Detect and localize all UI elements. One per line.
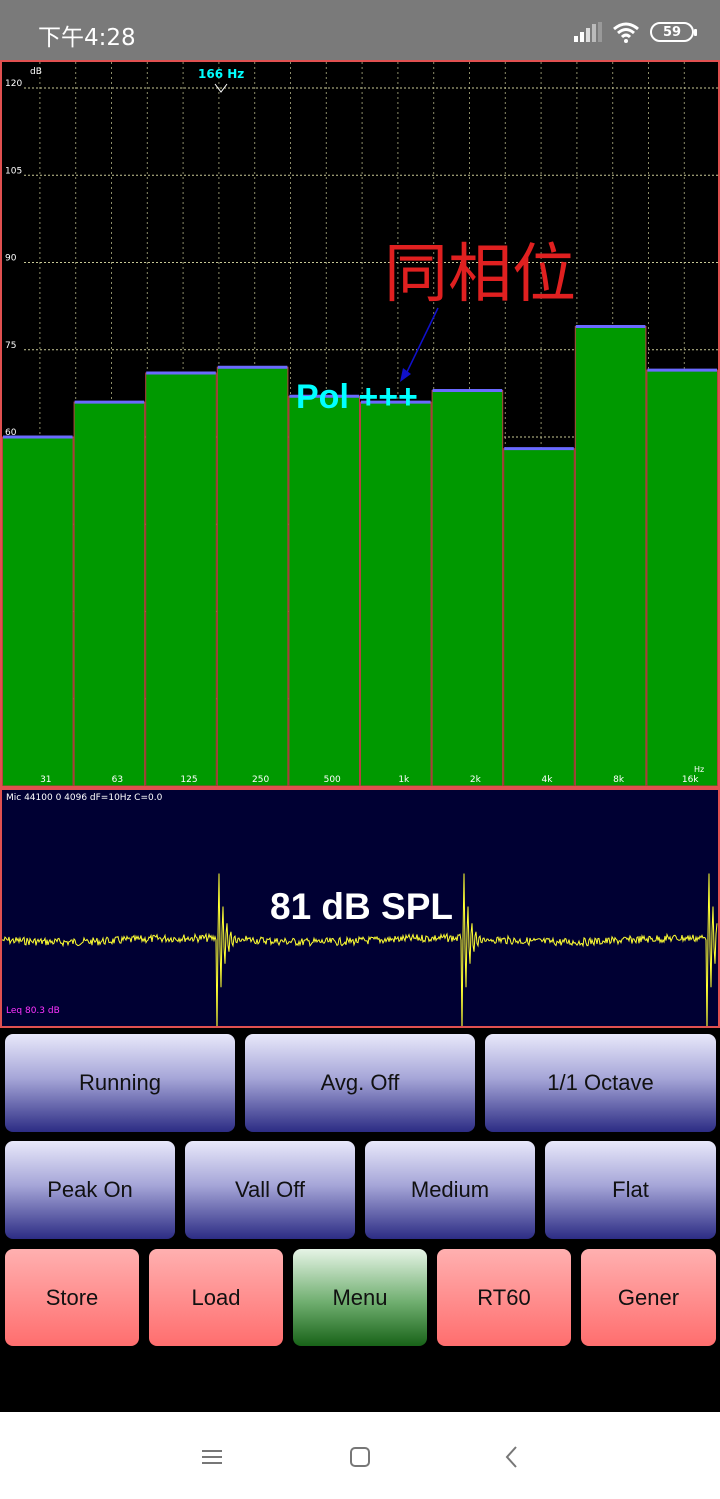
spectrum-bar bbox=[2, 436, 74, 786]
x-tick-label: 4k bbox=[542, 775, 554, 785]
battery-icon: 59 bbox=[650, 22, 697, 42]
rt60-button[interactable]: RT60 bbox=[437, 1249, 571, 1346]
spectrum-bar bbox=[574, 325, 647, 786]
x-tick-label: 8k bbox=[613, 775, 625, 785]
menu-button[interactable]: Menu bbox=[293, 1249, 427, 1346]
spectrum-bar bbox=[216, 366, 289, 786]
medium-button[interactable]: Medium bbox=[365, 1141, 535, 1239]
spectrum-plot[interactable]: 1201059075604530150dB31631252505001k2k4k… bbox=[2, 62, 718, 786]
spectrum-bar bbox=[646, 369, 718, 786]
annotation-arrow-icon bbox=[405, 307, 439, 375]
status-icons: 59 bbox=[574, 18, 697, 46]
status-bar: 下午4:28 59 bbox=[0, 0, 720, 60]
frequency-marker: 166 Hz bbox=[198, 67, 244, 81]
spectrum-bar bbox=[503, 448, 575, 786]
status-time: 下午4:28 bbox=[38, 25, 136, 51]
spectrum-bar bbox=[145, 372, 217, 786]
spectrum-bar bbox=[431, 389, 504, 786]
gener-button[interactable]: Gener bbox=[581, 1249, 716, 1346]
annotation-label: 同相位 bbox=[384, 238, 576, 312]
octave-button[interactable]: 1/1 Octave bbox=[485, 1034, 716, 1132]
vall-off-button[interactable]: Vall Off bbox=[185, 1141, 355, 1239]
x-tick-label: 31 bbox=[40, 775, 51, 785]
hz-unit-label: Hz bbox=[694, 765, 704, 774]
navigation-bar bbox=[0, 1412, 720, 1499]
spectrum-bar bbox=[360, 401, 432, 786]
x-tick-label: 63 bbox=[112, 775, 123, 785]
back-icon[interactable] bbox=[497, 1442, 527, 1472]
y-tick-label: 120 bbox=[5, 79, 22, 89]
wifi-icon bbox=[613, 22, 639, 43]
menu-icon[interactable] bbox=[197, 1442, 227, 1472]
x-tick-label: 250 bbox=[252, 775, 269, 785]
store-button[interactable]: Store bbox=[5, 1249, 139, 1346]
y-tick-label: 75 bbox=[5, 341, 16, 351]
load-button[interactable]: Load bbox=[149, 1249, 283, 1346]
spectrum-bar bbox=[73, 401, 146, 786]
signal-icon bbox=[574, 22, 602, 42]
leq-readout: Leq 80.3 dB bbox=[6, 1006, 60, 1016]
avg-off-button[interactable]: Avg. Off bbox=[245, 1034, 475, 1132]
flat-button[interactable]: Flat bbox=[545, 1141, 716, 1239]
y-tick-label: 105 bbox=[5, 166, 22, 176]
spl-readout: 81 dB SPL bbox=[270, 886, 453, 927]
oscilloscope[interactable]: Mic 44100 0 4096 dF=10Hz C=0.0 81 dB SPL… bbox=[0, 788, 720, 1028]
db-unit-label: dB bbox=[30, 67, 42, 77]
home-icon[interactable] bbox=[345, 1442, 375, 1472]
spectrum-chart[interactable]: 1201059075604530150dB31631252505001k2k4k… bbox=[0, 60, 720, 788]
y-tick-label: 90 bbox=[5, 254, 17, 264]
polarity-label: Pol +++ bbox=[296, 378, 418, 416]
spectrum-bar bbox=[288, 395, 360, 786]
x-tick-label: 1k bbox=[398, 775, 410, 785]
scope-info: Mic 44100 0 4096 dF=10Hz C=0.0 bbox=[6, 793, 163, 803]
x-tick-label: 125 bbox=[180, 775, 197, 785]
running-button[interactable]: Running bbox=[5, 1034, 235, 1132]
x-tick-label: 2k bbox=[470, 775, 482, 785]
peak-on-button[interactable]: Peak On bbox=[5, 1141, 175, 1239]
x-tick-label: 500 bbox=[324, 775, 341, 785]
x-tick-label: 16k bbox=[682, 775, 699, 785]
